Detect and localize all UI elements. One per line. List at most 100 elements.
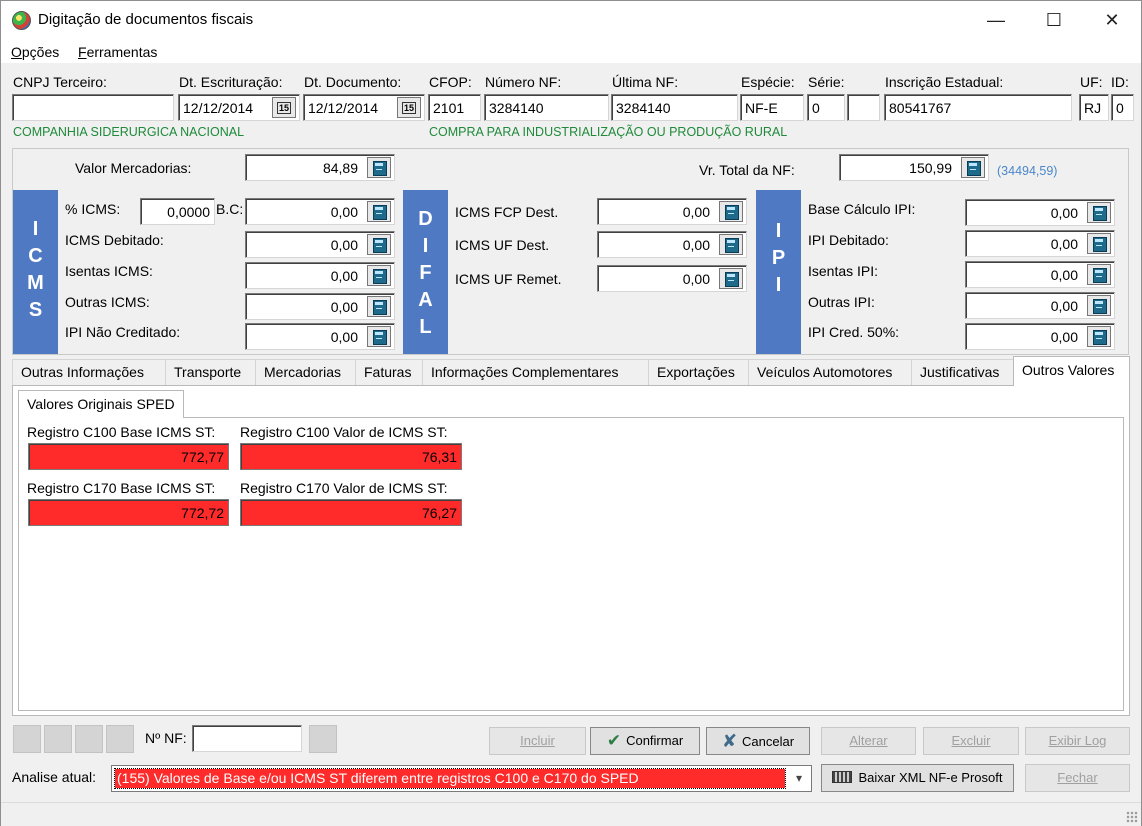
vr-total-nf-field[interactable]: 150,99 [839,154,989,181]
numero-nf-label: Número NF: [485,74,562,90]
valor-mercadorias-field[interactable]: 84,89 [245,154,395,181]
dt-documento-field[interactable]: 12/12/2014 15 [303,94,425,121]
ipi-debitado-field[interactable]: 0,00 [965,230,1115,257]
calculator-icon[interactable] [1087,264,1111,285]
dt-escrituracao-field[interactable]: 12/12/2014 15 [178,94,300,121]
vr-total-note: (34494,59) [997,164,1058,178]
calculator-icon[interactable] [367,234,391,255]
tab-outros-valores[interactable]: Outros Valores [1013,356,1130,386]
icms-uf-dest-value: 0,00 [682,237,710,253]
menu-opcoes[interactable]: Opções [11,44,59,60]
nav-prev-button[interactable] [44,725,72,753]
icms-uf-dest-label: ICMS UF Dest. [455,237,550,253]
calculator-icon[interactable] [1087,295,1111,316]
nav-first-button[interactable] [13,725,41,753]
chevron-down-icon[interactable]: ▾ [787,766,811,791]
icms-fcp-dest-field[interactable]: 0,00 [597,198,747,225]
excluir-button[interactable]: Excluir [923,727,1019,755]
subtab-valores-originais-sped[interactable]: Valores Originais SPED [18,390,184,418]
isentas-ipi-field[interactable]: 0,00 [965,261,1115,288]
ipi-nao-creditado-label: IPI Não Creditado: [65,324,181,340]
tab-exportacoes[interactable]: Exportações [648,359,749,385]
tab-faturas[interactable]: Faturas [355,359,423,385]
bc-field[interactable]: 0,00 [245,198,395,225]
uf-field[interactable]: RJ [1079,94,1109,121]
icms-debitado-field[interactable]: 0,00 [245,231,395,258]
tab-transporte[interactable]: Transporte [165,359,256,385]
isentas-icms-value: 0,00 [330,268,358,284]
serie-extra-field[interactable] [847,94,880,121]
calculator-icon[interactable] [367,157,391,178]
baixar-xml-button[interactable]: Baixar XML NF-e Prosoft [821,764,1014,792]
c170-valor-label: Registro C170 Valor de ICMS ST: [240,480,448,496]
cfop-field[interactable]: 2101 [428,94,481,121]
nav-last-button[interactable] [106,725,134,753]
outras-ipi-field[interactable]: 0,00 [965,292,1115,319]
window-title: Digitação de documentos fiscais [38,11,254,28]
fechar-button[interactable]: Fechar [1025,764,1130,792]
tab-informacoes-complementares[interactable]: Informações Complementares [422,359,649,385]
c170-valor-field[interactable]: 76,27 [240,499,462,526]
ie-field[interactable]: 80541767 [884,94,1072,121]
calculator-icon[interactable] [367,265,391,286]
icms-section-bar: ICMS [13,190,58,354]
ipi-cred-50-field[interactable]: 0,00 [965,323,1115,350]
confirmar-button[interactable]: ✔ Confirmar [590,727,700,755]
calculator-icon[interactable] [719,201,743,222]
cancelar-button[interactable]: ✘ Cancelar [706,727,810,755]
menu-bar: Opções Ferramentas [1,39,1141,63]
calculator-icon[interactable] [367,296,391,317]
nav-next-button[interactable] [75,725,103,753]
ipi-section-bar: IPI [756,190,801,354]
exibir-log-button[interactable]: Exibir Log [1025,727,1130,755]
serie-label: Série: [808,74,845,90]
calculator-icon[interactable] [367,326,391,347]
numero-nf-field[interactable]: 3284140 [484,94,609,121]
id-field[interactable]: 0 [1111,94,1134,121]
calendar-icon[interactable]: 15 [272,97,296,118]
analise-atual-label: Analise atual: [12,769,97,785]
analise-atual-value: (155) Valores de Base e/ou ICMS ST difer… [114,768,786,789]
calculator-icon[interactable] [719,268,743,289]
outras-icms-field[interactable]: 0,00 [245,293,395,320]
menu-ferramentas[interactable]: Ferramentas [78,44,157,60]
calculator-icon[interactable] [367,201,391,222]
icms-uf-dest-field[interactable]: 0,00 [597,231,747,258]
serie-field[interactable]: 0 [807,94,845,121]
alterar-button[interactable]: Alterar [821,727,916,755]
c100-valor-field[interactable]: 76,31 [240,443,462,470]
maximize-button[interactable]: ☐ [1025,1,1083,39]
base-calculo-ipi-field[interactable]: 0,00 [965,199,1115,226]
close-button[interactable]: ✕ [1083,1,1141,39]
c100-base-field[interactable]: 772,77 [28,443,229,470]
especie-label: Espécie: [741,74,795,90]
ultima-nf-field[interactable]: 3284140 [611,94,738,121]
calculator-icon[interactable] [961,157,985,178]
calculator-icon[interactable] [719,234,743,255]
isentas-icms-field[interactable]: 0,00 [245,262,395,289]
nf-search-button[interactable] [309,725,337,753]
tab-justificativas[interactable]: Justificativas [911,359,1014,385]
pct-icms-field[interactable]: 0,0000 [140,198,215,225]
especie-field[interactable]: NF-E [740,94,804,121]
tab-outras-informacoes[interactable]: Outras Informações [12,359,166,385]
ipi-cred-50-label: IPI Cred. 50%: [808,324,900,340]
minimize-button[interactable]: — [967,1,1025,39]
ipi-nao-creditado-field[interactable]: 0,00 [245,323,395,350]
tab-veiculos-automotores[interactable]: Veículos Automotores [748,359,912,385]
resize-grip-icon[interactable] [1126,811,1138,823]
nf-number-field[interactable] [192,725,302,752]
difal-section-bar: DIFAL [403,190,448,354]
analise-atual-select[interactable]: (155) Valores de Base e/ou ICMS ST difer… [111,765,812,792]
cnpj-field[interactable] [12,94,174,121]
calculator-icon[interactable] [1087,202,1111,223]
tab-mercadorias[interactable]: Mercadorias [255,359,356,385]
calculator-icon[interactable] [1087,233,1111,254]
icms-debitado-label: ICMS Debitado: [65,232,164,248]
c170-base-field[interactable]: 772,72 [28,499,229,526]
incluir-button[interactable]: Incluir [489,727,586,755]
icms-uf-remet-field[interactable]: 0,00 [597,265,747,292]
calendar-icon[interactable]: 15 [397,97,421,118]
outras-ipi-value: 0,00 [1050,298,1078,314]
calculator-icon[interactable] [1087,326,1111,347]
